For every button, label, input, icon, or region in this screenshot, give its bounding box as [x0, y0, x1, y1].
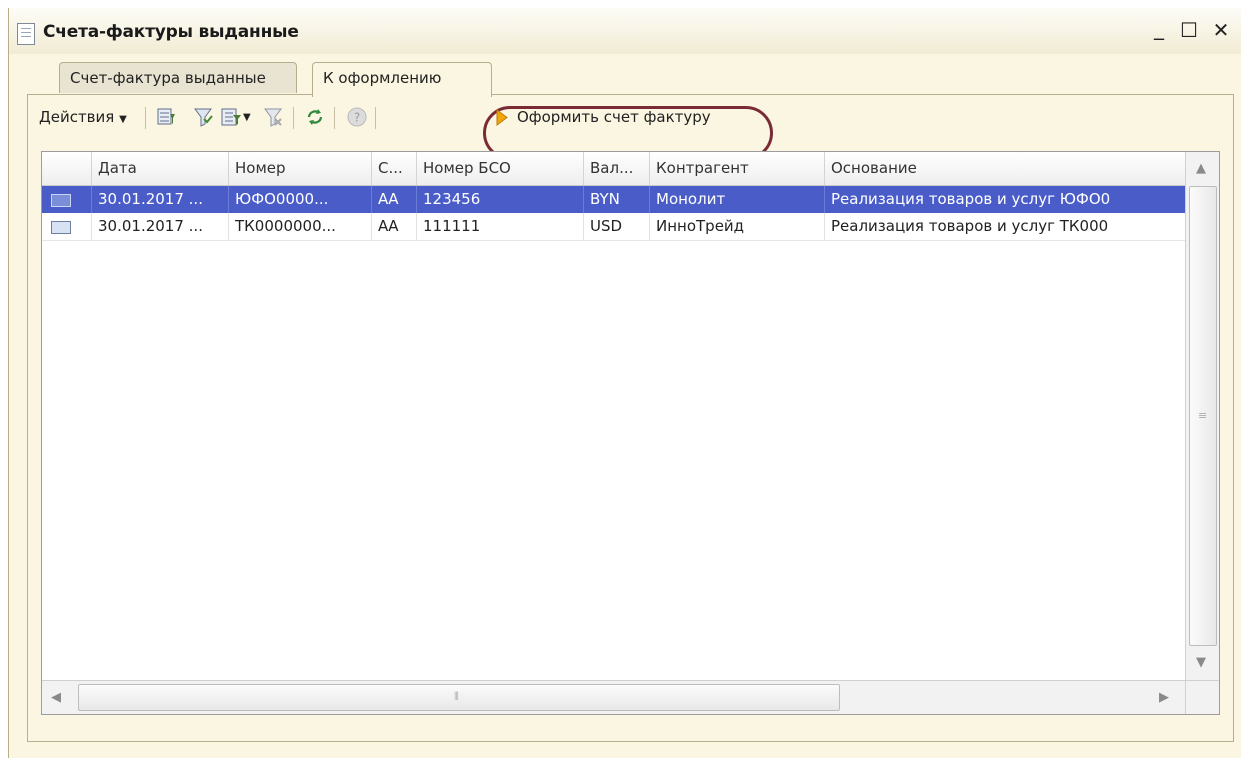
tab-bar: Счет-фактура выданные К оформлению: [9, 62, 1241, 97]
toolbar-separator: [145, 107, 146, 129]
scroll-right-icon[interactable]: ▶: [1159, 690, 1169, 705]
filter-list-icon[interactable]: [220, 106, 242, 128]
play-icon: [496, 109, 508, 126]
cell-date: 30.01.2017 ...: [92, 213, 229, 240]
horizontal-scrollbar[interactable]: ◀ ⦀ ▶: [42, 680, 1185, 714]
cell-bso-number: 111111: [417, 213, 584, 240]
invoices-table: Дата Номер С... Номер БСО Вал... Контраг…: [41, 151, 1220, 715]
row-type-cell: [42, 186, 92, 213]
column-header-number[interactable]: Номер: [229, 152, 372, 185]
table-header: Дата Номер С... Номер БСО Вал... Контраг…: [42, 152, 1185, 186]
toolbar-separator: [293, 107, 294, 129]
refresh-icon[interactable]: [304, 106, 326, 128]
column-header-currency[interactable]: Вал...: [584, 152, 650, 185]
filter-settings-icon[interactable]: [156, 106, 178, 128]
table-row[interactable]: 30.01.2017 ... ЮФО0000... АА 123456 BYN …: [42, 186, 1185, 213]
tab-issued-invoices[interactable]: Счет-фактура выданные: [59, 62, 297, 93]
help-icon[interactable]: ?: [346, 106, 368, 128]
actions-menu[interactable]: Действия ▼: [39, 105, 127, 129]
cell-basis: Реализация товаров и услуг ЮФО0: [831, 190, 1111, 208]
horizontal-scroll-thumb[interactable]: ⦀: [78, 684, 840, 711]
tab-panel: Действия ▼ ▼ ? Оформить счет фактуру Дат…: [27, 94, 1234, 742]
filter-by-value-icon[interactable]: [192, 106, 214, 128]
table-row[interactable]: 30.01.2017 ... ТК0000000... АА 111111 US…: [42, 213, 1185, 241]
document-type-icon: [51, 221, 71, 234]
tab-to-process[interactable]: К оформлению: [312, 62, 492, 97]
cell-number: ТК0000000...: [229, 213, 372, 240]
filter-clear-icon[interactable]: [262, 106, 284, 128]
cell-series: АА: [372, 186, 417, 213]
cell-currency: USD: [584, 213, 650, 240]
column-header-basis[interactable]: Основание: [825, 152, 1185, 185]
row-type-cell: [42, 213, 92, 240]
cell-counterparty: ИнноТрейд: [650, 213, 825, 240]
cell-series: АА: [372, 213, 417, 240]
cell-currency: BYN: [584, 186, 650, 213]
grip-icon: ⦀: [454, 690, 459, 703]
minimize-button[interactable]: _: [1146, 16, 1172, 40]
actions-menu-label: Действия: [39, 108, 115, 126]
column-header-series[interactable]: С...: [372, 152, 417, 185]
cell-number: ЮФО0000...: [229, 186, 372, 213]
title-bar[interactable]: Счета-фактуры выданные _ ☐ ✕: [9, 8, 1241, 54]
cell-counterparty: Монолит: [650, 186, 825, 213]
cell-date: 30.01.2017 ...: [92, 186, 229, 213]
toolbar-separator: [375, 107, 376, 129]
column-header-counterparty[interactable]: Контрагент: [650, 152, 825, 185]
grip-icon: ≡: [1198, 409, 1208, 422]
cell-bso-number: 123456: [417, 186, 584, 213]
column-header-icon[interactable]: [42, 152, 92, 185]
create-invoice-label: Оформить счет фактуру: [517, 108, 711, 126]
cell-basis: Реализация товаров и услуг ТК000: [831, 217, 1109, 235]
window-title: Счета-фактуры выданные: [43, 22, 299, 42]
vertical-scrollbar[interactable]: ▲ ≡ ▼: [1185, 152, 1219, 680]
column-header-date[interactable]: Дата: [92, 152, 229, 185]
close-button[interactable]: ✕: [1208, 18, 1234, 42]
invoices-window: Счета-фактуры выданные _ ☐ ✕ Счет-фактур…: [8, 8, 1241, 758]
create-invoice-button[interactable]: Оформить счет фактуру: [495, 105, 711, 129]
chevron-down-icon: ▼: [119, 114, 127, 125]
svg-text:?: ?: [354, 111, 360, 125]
column-header-bso-number[interactable]: Номер БСО: [417, 152, 584, 185]
scroll-left-icon[interactable]: ◀: [51, 690, 61, 705]
document-type-icon: [51, 194, 71, 207]
toolbar: Действия ▼ ▼ ? Оформить счет фактуру: [28, 95, 1233, 160]
scrollbar-corner: [1185, 680, 1219, 714]
scroll-down-icon[interactable]: ▼: [1196, 655, 1206, 670]
toolbar-separator: [334, 107, 335, 129]
maximize-button[interactable]: ☐: [1176, 18, 1202, 42]
document-icon: [17, 23, 35, 45]
chevron-down-icon[interactable]: ▼: [243, 106, 251, 130]
vertical-scroll-thumb[interactable]: ≡: [1189, 186, 1217, 646]
scroll-up-icon[interactable]: ▲: [1196, 161, 1206, 176]
